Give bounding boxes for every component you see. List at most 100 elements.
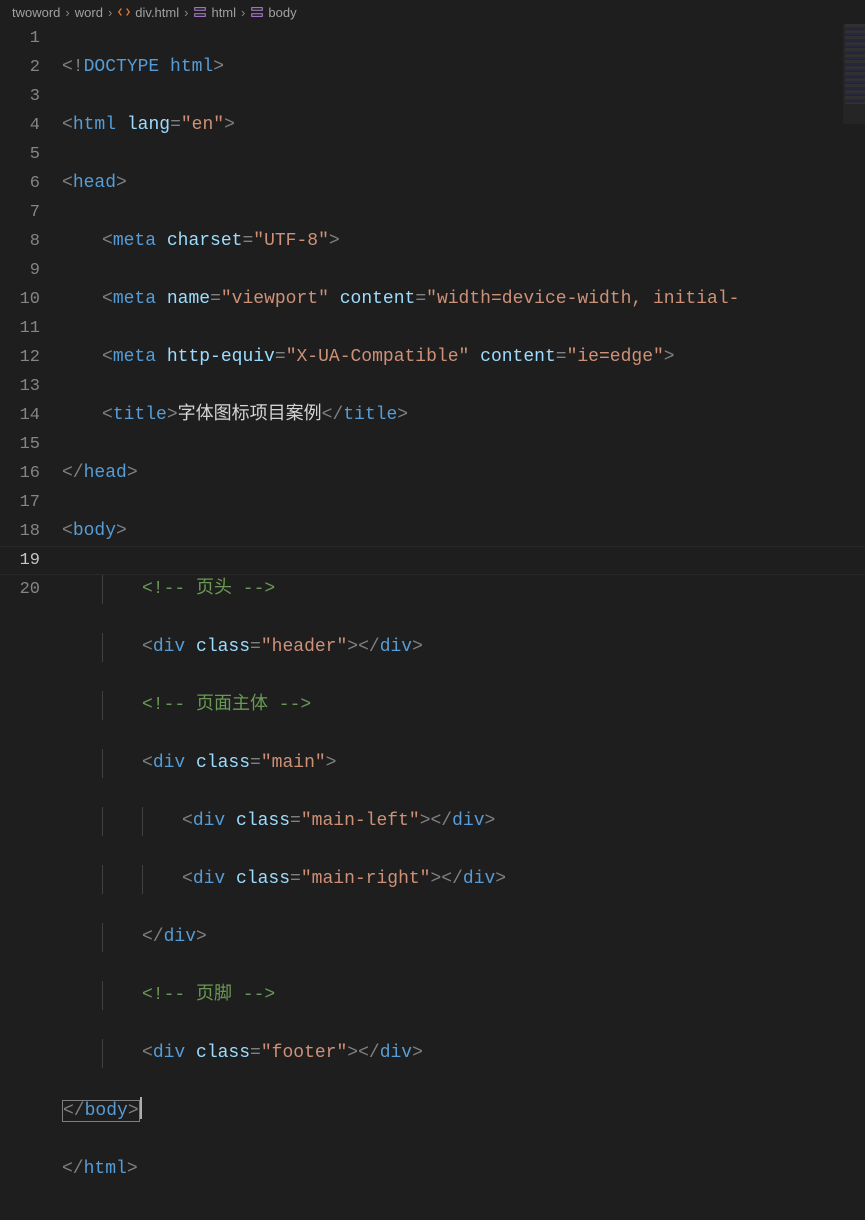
t: title bbox=[113, 405, 167, 425]
t: http-equiv bbox=[167, 347, 275, 367]
t: < bbox=[102, 405, 113, 425]
t: > bbox=[326, 753, 337, 773]
t: html bbox=[170, 57, 213, 77]
code-line[interactable]: <html lang="en"> bbox=[62, 111, 865, 140]
t: class bbox=[236, 869, 290, 889]
code-line[interactable]: <!DOCTYPE html> bbox=[62, 53, 865, 82]
line-number[interactable]: 7 bbox=[0, 198, 40, 227]
breadcrumb-item[interactable]: word bbox=[75, 5, 103, 20]
t: = bbox=[170, 115, 181, 135]
code-line[interactable]: <div class="main"> bbox=[62, 749, 865, 778]
line-number-gutter[interactable]: 1 2 3 4 5 6 7 8 9 10 11 12 13 14 15 16 1… bbox=[0, 24, 62, 1220]
t: </ bbox=[142, 927, 164, 947]
t: div bbox=[193, 869, 225, 889]
breadcrumb-item[interactable]: twoword bbox=[12, 5, 60, 20]
t: class bbox=[196, 1043, 250, 1063]
code-line[interactable]: </head> bbox=[62, 459, 865, 488]
line-number[interactable]: 15 bbox=[0, 430, 40, 459]
line-number[interactable]: 2 bbox=[0, 53, 40, 82]
t: > bbox=[127, 463, 138, 483]
line-number[interactable]: 9 bbox=[0, 256, 40, 285]
breadcrumb-label: body bbox=[268, 5, 296, 20]
line-number[interactable]: 12 bbox=[0, 343, 40, 372]
t: "UTF-8" bbox=[253, 231, 329, 251]
code-line[interactable]: <div class="main-left"></div> bbox=[62, 807, 865, 836]
t: = bbox=[275, 347, 286, 367]
line-number[interactable]: 10 bbox=[0, 285, 40, 314]
line-number[interactable]: 18 bbox=[0, 517, 40, 546]
t bbox=[225, 811, 236, 831]
t: lang bbox=[127, 115, 170, 135]
t: > bbox=[116, 521, 127, 541]
code-line[interactable]: <!-- 页头 --> bbox=[62, 575, 865, 604]
line-number[interactable]: 19 bbox=[0, 546, 40, 575]
t bbox=[185, 1043, 196, 1063]
t: div bbox=[463, 869, 495, 889]
code-line[interactable]: <title>字体图标项目案例</title> bbox=[62, 401, 865, 430]
line-number[interactable]: 4 bbox=[0, 111, 40, 140]
code-line[interactable]: <meta charset="UTF-8"> bbox=[62, 227, 865, 256]
code-line[interactable]: </html> bbox=[62, 1155, 865, 1184]
code-line[interactable]: <meta http-equiv="X-UA-Compatible" conte… bbox=[62, 343, 865, 372]
t: meta bbox=[113, 347, 156, 367]
t: = bbox=[290, 811, 301, 831]
t: <!-- 页头 --> bbox=[142, 579, 275, 599]
code-line[interactable]: <div class="header"></div> bbox=[62, 633, 865, 662]
code-line[interactable]: <div class="main-right"></div> bbox=[62, 865, 865, 894]
line-number[interactable]: 5 bbox=[0, 140, 40, 169]
t: > bbox=[412, 1043, 423, 1063]
t: > bbox=[213, 57, 224, 77]
t: name bbox=[167, 289, 210, 309]
line-number[interactable]: 8 bbox=[0, 227, 40, 256]
line-number[interactable]: 13 bbox=[0, 372, 40, 401]
t: head bbox=[84, 463, 127, 483]
t: "main-right" bbox=[301, 869, 431, 889]
t: head bbox=[73, 173, 116, 193]
breadcrumb[interactable]: twoword › word › div.html › html › body bbox=[0, 0, 865, 24]
t: > bbox=[116, 173, 127, 193]
text-cursor bbox=[140, 1097, 142, 1119]
t: > bbox=[397, 405, 408, 425]
t: "width=device-width, initial- bbox=[426, 289, 739, 309]
t: </ bbox=[62, 1159, 84, 1179]
t: ></ bbox=[347, 637, 379, 657]
code-line[interactable]: <!-- 页脚 --> bbox=[62, 981, 865, 1010]
breadcrumb-item[interactable]: html bbox=[193, 5, 236, 20]
line-number[interactable]: 3 bbox=[0, 82, 40, 111]
chevron-right-icon: › bbox=[184, 5, 188, 20]
line-number[interactable]: 17 bbox=[0, 488, 40, 517]
t: <! bbox=[62, 57, 84, 77]
breadcrumb-label: twoword bbox=[12, 5, 60, 20]
line-number[interactable]: 14 bbox=[0, 401, 40, 430]
code-line[interactable]: <meta name="viewport" content="width=dev… bbox=[62, 285, 865, 314]
t: < bbox=[62, 521, 73, 541]
breadcrumb-label: html bbox=[211, 5, 236, 20]
t: < bbox=[182, 811, 193, 831]
code-line[interactable]: </body> bbox=[62, 1097, 865, 1126]
line-number[interactable]: 6 bbox=[0, 169, 40, 198]
t: > bbox=[485, 811, 496, 831]
line-number[interactable]: 20 bbox=[0, 575, 40, 604]
t: </ bbox=[63, 1101, 85, 1121]
code-line[interactable]: <div class="footer"></div> bbox=[62, 1039, 865, 1068]
t: > bbox=[224, 115, 235, 135]
code-area[interactable]: <!DOCTYPE html> <html lang="en"> <head> … bbox=[62, 24, 865, 1220]
t: class bbox=[196, 637, 250, 657]
code-line[interactable]: <head> bbox=[62, 169, 865, 198]
code-line[interactable]: <!-- 页面主体 --> bbox=[62, 691, 865, 720]
t: > bbox=[664, 347, 675, 367]
breadcrumb-item[interactable]: div.html bbox=[117, 5, 179, 20]
t: title bbox=[343, 405, 397, 425]
t: > bbox=[127, 1159, 138, 1179]
code-editor[interactable]: 1 2 3 4 5 6 7 8 9 10 11 12 13 14 15 16 1… bbox=[0, 24, 865, 1220]
code-line[interactable]: </div> bbox=[62, 923, 865, 952]
breadcrumb-item[interactable]: body bbox=[250, 5, 296, 20]
line-number[interactable]: 1 bbox=[0, 24, 40, 53]
minimap[interactable] bbox=[845, 24, 865, 104]
line-number[interactable]: 16 bbox=[0, 459, 40, 488]
t: html bbox=[73, 115, 116, 135]
t: "viewport" bbox=[221, 289, 329, 309]
line-number[interactable]: 11 bbox=[0, 314, 40, 343]
code-line[interactable]: <body> bbox=[62, 517, 865, 546]
t: < bbox=[62, 173, 73, 193]
